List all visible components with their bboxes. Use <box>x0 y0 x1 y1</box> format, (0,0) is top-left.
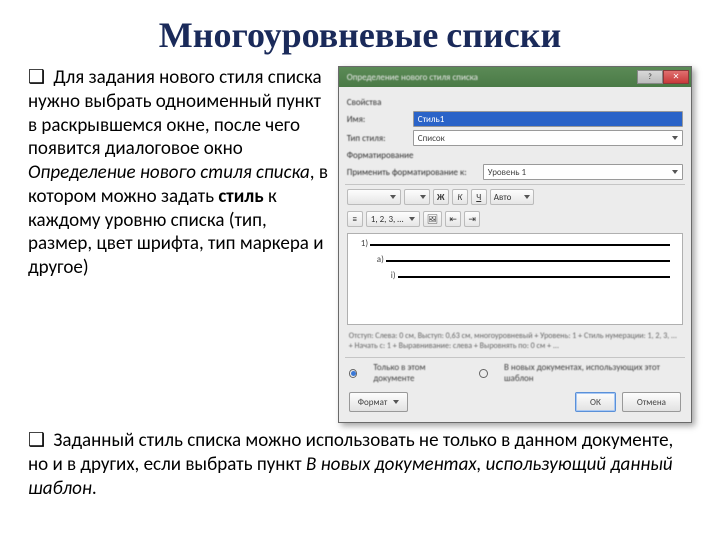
chevron-down-icon <box>390 195 396 199</box>
insert-image-button[interactable]: 🖼 <box>423 211 442 227</box>
underline-button[interactable]: Ч <box>471 189 487 205</box>
font-size-select[interactable] <box>404 189 430 205</box>
num-style-value: 1, 2, 3, … <box>371 214 404 225</box>
cancel-button[interactable]: Отмена <box>622 392 681 412</box>
name-label: Имя: <box>347 114 407 125</box>
divider <box>537 189 543 205</box>
type-value: Список <box>418 133 445 144</box>
preview-num-2: a) <box>375 254 386 265</box>
ok-button[interactable]: ОК <box>575 392 616 412</box>
font-name-select[interactable] <box>347 189 401 205</box>
italic-button[interactable]: К <box>452 189 468 205</box>
p1-italic: Определение нового стиля списка <box>28 161 310 184</box>
list-type-a[interactable]: ≡ <box>347 211 363 227</box>
help-button[interactable]: ? <box>637 70 663 84</box>
format-toolbar: Ж К Ч Авто <box>347 189 683 205</box>
p1-bold: стиль <box>218 185 263 208</box>
close-button[interactable]: ✕ <box>663 70 689 84</box>
chevron-down-icon <box>420 195 426 199</box>
section-props: Свойства <box>347 97 683 108</box>
color-select[interactable]: Авто <box>490 189 534 205</box>
chevron-down-icon <box>393 400 399 404</box>
chevron-down-icon <box>409 217 415 221</box>
left-paragraph: ❑ Для задания нового стиля списка нужно … <box>28 66 330 423</box>
chevron-down-icon <box>672 136 678 140</box>
radio-new-label: В новых документах, использующих этот ша… <box>504 362 681 384</box>
bullet-icon: ❑ <box>28 430 45 451</box>
radio-this-label: Только в этом документе <box>373 362 463 384</box>
bullet-icon: ❑ <box>28 67 45 88</box>
name-input[interactable]: Стиль1 <box>413 111 683 127</box>
p2-post: . <box>92 477 97 500</box>
preview-num-1: 1) <box>359 238 370 249</box>
apply-label: Применить форматирование к: <box>347 167 477 178</box>
bold-button[interactable]: Ж <box>433 189 449 205</box>
apply-value: Уровень 1 <box>488 167 526 178</box>
color-value: Авто <box>494 192 512 203</box>
preview-pane: 1) a) i) <box>347 233 683 325</box>
num-style-select[interactable]: 1, 2, 3, … <box>366 211 420 227</box>
type-label: Тип стиля: <box>347 133 407 144</box>
indent-dec-button[interactable]: ⇤ <box>445 211 461 227</box>
dialog-screenshot: Определение нового стиля списка ? ✕ Свой… <box>338 66 692 423</box>
p1-pre: Для задания нового стиля списка нужно вы… <box>28 66 322 160</box>
section-format: Форматирование <box>347 150 683 161</box>
apply-select[interactable]: Уровень 1 <box>483 164 683 180</box>
radio-new-docs[interactable] <box>479 369 488 378</box>
radio-this-doc[interactable] <box>349 369 358 378</box>
dialog-titlebar: Определение нового стиля списка ? ✕ <box>339 67 691 87</box>
chevron-down-icon <box>672 170 678 174</box>
slide-title: Многоуровневые списки <box>28 14 692 56</box>
format-button[interactable]: Формат <box>349 392 409 412</box>
format-btn-label: Формат <box>358 397 388 408</box>
preview-num-3: i) <box>389 270 398 281</box>
indent-inc-button[interactable]: ⇥ <box>464 211 480 227</box>
style-description: Отступ: Слева: 0 см, Выступ: 0,63 см, мн… <box>349 331 681 351</box>
dialog-title: Определение нового стиля списка <box>347 72 478 83</box>
chevron-down-icon <box>524 195 530 199</box>
type-select[interactable]: Список <box>413 130 683 146</box>
bottom-paragraph: ❑ Заданный стиль списка можно использова… <box>28 429 692 500</box>
